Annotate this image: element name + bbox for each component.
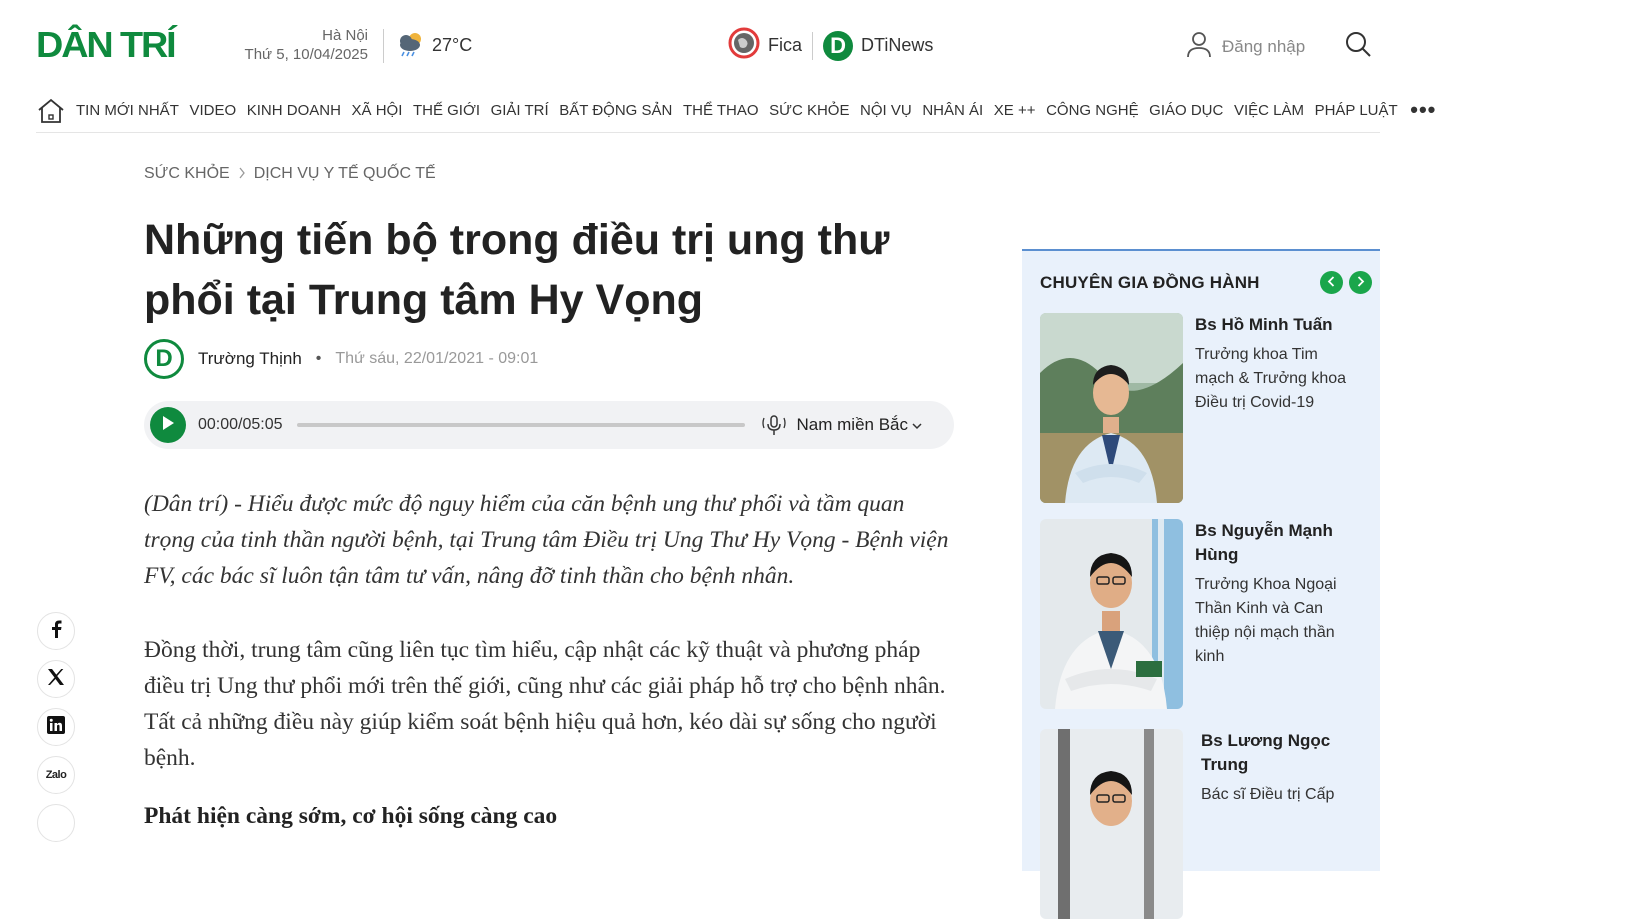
carousel-prev-button[interactable] bbox=[1320, 271, 1343, 294]
expert-photo bbox=[1040, 313, 1183, 503]
search-icon bbox=[1344, 32, 1372, 62]
expert-card[interactable]: Bs Hồ Minh Tuấn Trưởng khoa Tim mạch & T… bbox=[1040, 313, 1355, 503]
chevron-down-icon bbox=[912, 415, 922, 435]
expert-role: Bác sĩ Điều trị Cấp bbox=[1201, 786, 1335, 803]
nav-item-nhan-ai[interactable]: NHÂN ÁI bbox=[922, 102, 983, 119]
expert-info: Bs Nguyễn Mạnh Hùng Trưởng Khoa Ngoại Th… bbox=[1195, 519, 1355, 709]
byline-separator: • bbox=[315, 350, 322, 367]
cloud-icon bbox=[396, 28, 426, 63]
nav-item-suc-khoe[interactable]: SỨC KHỎE bbox=[769, 102, 849, 119]
breadcrumb-item-suc-khoe[interactable]: SỨC KHỎE bbox=[144, 165, 230, 183]
voice-select[interactable]: Nam miền Bắc bbox=[797, 415, 922, 435]
temperature: 27°C bbox=[432, 35, 473, 55]
site-logo[interactable]: DÂN TRÍ bbox=[36, 27, 177, 63]
search-button[interactable] bbox=[1344, 30, 1372, 63]
article-title: Những tiến bộ trong điều trị ung thư phổ… bbox=[144, 216, 890, 324]
partner-fica[interactable]: Fica bbox=[728, 27, 802, 64]
location: Hà Nội bbox=[322, 27, 368, 44]
nav-item-xe[interactable]: XE ++ bbox=[994, 102, 1036, 119]
article-sapo: (Dân trí) - Hiểu được mức độ nguy hiểm c… bbox=[144, 491, 949, 589]
expert-info: Bs Lương Ngọc Trung Bác sĩ Điều trị Cấp bbox=[1201, 729, 1361, 919]
share-bar: Zalo bbox=[37, 612, 75, 842]
article-subheading: Phát hiện càng sớm, cơ hội sống càng cao bbox=[144, 803, 558, 829]
expert-role: Trưởng Khoa Ngoại Thần Kinh và Can thiệp… bbox=[1195, 576, 1337, 665]
partner-dtinews[interactable]: D DTiNews bbox=[823, 30, 934, 61]
nav-item-the-gioi[interactable]: THẾ GIỚI bbox=[413, 102, 480, 119]
nav-item-bat-dong-san[interactable]: BẤT ĐỘNG SẢN bbox=[559, 102, 672, 119]
partner-fica-label: Fica bbox=[768, 35, 803, 55]
chevron-left-icon bbox=[1327, 274, 1336, 292]
nav-item-xa-hoi[interactable]: XÃ HỘI bbox=[352, 102, 403, 119]
zalo-icon: Zalo bbox=[45, 769, 67, 781]
nav-item-kinh-doanh[interactable]: KINH DOANH bbox=[247, 102, 341, 119]
expert-name: Bs Hồ Minh Tuấn bbox=[1195, 315, 1333, 334]
expert-sidebar: CHUYÊN GIA ĐỒNG HÀNH Bs Hồ Minh Tuấn Trư… bbox=[1022, 249, 1380, 919]
nav-item-the-thao[interactable]: THỂ THAO bbox=[683, 102, 759, 119]
publish-date: Thứ sáu, 22/01/2021 - 09:01 bbox=[335, 350, 539, 367]
nav-item-giai-tri[interactable]: GIẢI TRÍ bbox=[491, 102, 549, 119]
share-more-button[interactable] bbox=[37, 804, 75, 842]
linkedin-icon bbox=[47, 715, 65, 739]
expert-info: Bs Hồ Minh Tuấn Trưởng khoa Tim mạch & T… bbox=[1195, 313, 1355, 503]
facebook-icon bbox=[49, 620, 63, 643]
article-byline: D Trường Thịnh • Thứ sáu, 22/01/2021 - 0… bbox=[144, 339, 538, 379]
share-facebook-button[interactable] bbox=[37, 612, 75, 650]
user-icon bbox=[1186, 30, 1212, 63]
home-icon[interactable] bbox=[36, 96, 66, 126]
nav-item-video[interactable]: VIDEO bbox=[189, 102, 236, 119]
play-icon bbox=[161, 415, 175, 436]
article-paragraph: Đồng thời, trung tâm cũng liên tục tìm h… bbox=[144, 637, 946, 771]
expert-role: Trưởng khoa Tim mạch & Trưởng khoa Điều … bbox=[1195, 346, 1347, 411]
nav-list: TIN MỚI NHẤT VIDEO KINH DOANH XÃ HỘI THẾ… bbox=[76, 94, 1447, 126]
expert-name: Bs Lương Ngọc Trung bbox=[1201, 731, 1331, 774]
nav-item-noi-vu[interactable]: NỘI VỤ bbox=[860, 102, 912, 119]
main-nav: TIN MỚI NHẤT VIDEO KINH DOANH XÃ HỘI THẾ… bbox=[36, 94, 1435, 133]
partner-dtinews-label: DTiNews bbox=[861, 35, 934, 55]
audio-progress-bar[interactable] bbox=[296, 423, 745, 427]
expert-photo bbox=[1040, 519, 1183, 709]
voice-label: Nam miền Bắc bbox=[796, 415, 909, 434]
sidebar-carousel-controls bbox=[1320, 271, 1372, 294]
location-date: Hà Nội Thứ 5, 10/04/2025 bbox=[210, 26, 368, 64]
audio-time: 00:00/05:05 bbox=[198, 416, 283, 433]
carousel-next-button[interactable] bbox=[1349, 271, 1372, 294]
site-logo-text: DÂN TRÍ bbox=[36, 24, 177, 65]
voice-icon bbox=[761, 412, 787, 438]
current-date: Thứ 5, 10/04/2025 bbox=[244, 46, 368, 63]
sidebar-heading: CHUYÊN GIA ĐỒNG HÀNH bbox=[1040, 273, 1260, 292]
x-icon bbox=[47, 668, 65, 691]
breadcrumb-item-dich-vu-y-te[interactable]: DỊCH VỤ Y TẾ QUỐC TẾ bbox=[254, 165, 436, 183]
partner-links: Fica D DTiNews bbox=[728, 27, 933, 64]
nav-item-tin-moi-nhat[interactable]: TIN MỚI NHẤT bbox=[76, 102, 179, 119]
nav-item-phap-luat[interactable]: PHÁP LUẬT bbox=[1315, 102, 1398, 119]
header-divider bbox=[383, 29, 384, 63]
share-linkedin-button[interactable] bbox=[37, 708, 75, 746]
expert-card[interactable]: Bs Lương Ngọc Trung Bác sĩ Điều trị Cấp bbox=[1040, 729, 1361, 919]
audio-player: 00:00/05:05 Nam miền Bắc bbox=[144, 401, 954, 449]
login-button[interactable]: Đăng nhập bbox=[1186, 30, 1305, 63]
nav-item-giao-duc[interactable]: GIÁO DỤC bbox=[1149, 102, 1223, 119]
expert-card[interactable]: Bs Nguyễn Mạnh Hùng Trưởng Khoa Ngoại Th… bbox=[1040, 519, 1355, 709]
expert-name: Bs Nguyễn Mạnh Hùng bbox=[1195, 521, 1333, 564]
author-name[interactable]: Trường Thịnh bbox=[198, 349, 302, 369]
chevron-right-icon bbox=[1356, 274, 1365, 292]
expert-photo bbox=[1040, 729, 1183, 919]
author-avatar[interactable]: D bbox=[144, 339, 184, 379]
play-button[interactable] bbox=[150, 407, 186, 443]
nav-item-viec-lam[interactable]: VIỆC LÀM bbox=[1234, 102, 1304, 119]
partner-divider bbox=[812, 31, 814, 60]
more-menu-icon[interactable]: ••• bbox=[1410, 97, 1436, 123]
dtinews-logo-icon: D bbox=[823, 30, 854, 61]
breadcrumb: SỨC KHỎE DỊCH VỤ Y TẾ QUỐC TẾ bbox=[144, 165, 436, 183]
share-zalo-button[interactable]: Zalo bbox=[37, 756, 75, 794]
login-label: Đăng nhập bbox=[1222, 36, 1306, 56]
share-x-button[interactable] bbox=[37, 660, 75, 698]
globe-icon bbox=[728, 27, 760, 64]
nav-item-cong-nghe[interactable]: CÔNG NGHỆ bbox=[1046, 102, 1139, 119]
weather-widget: 27°C bbox=[396, 28, 472, 63]
chevron-right-icon bbox=[238, 166, 246, 182]
